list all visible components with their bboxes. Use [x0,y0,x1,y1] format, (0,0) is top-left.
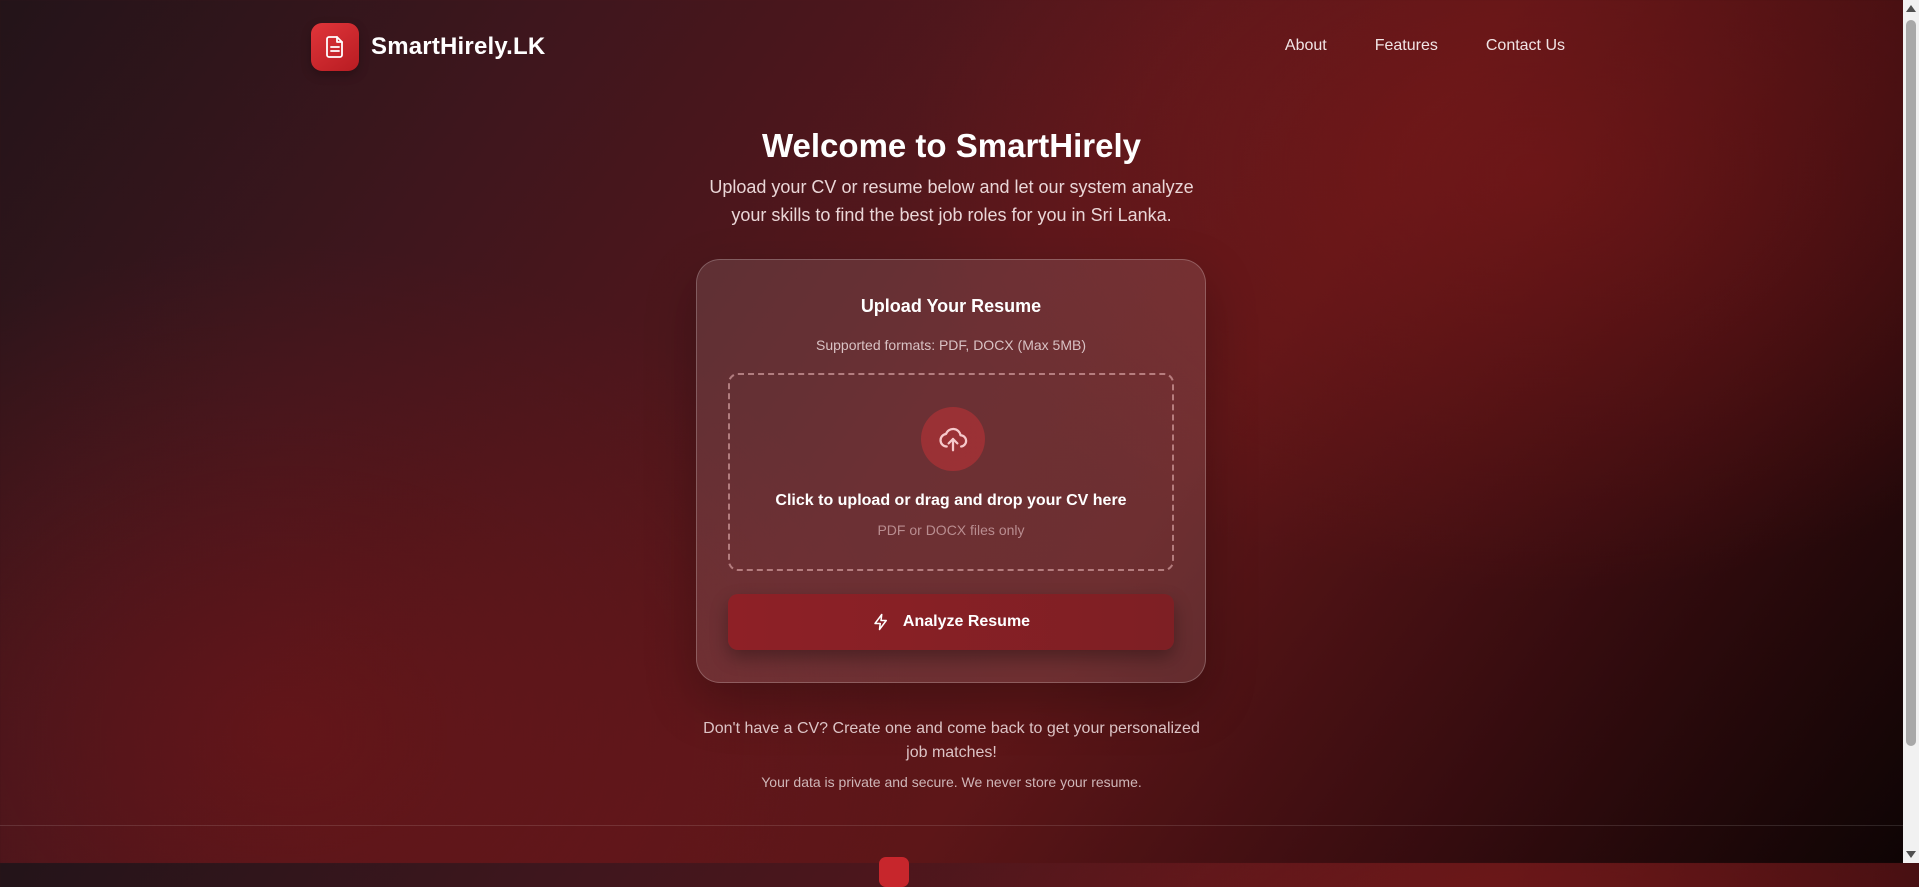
scroll-thumb[interactable] [1906,20,1916,746]
no-cv-note: Don't have a CV? Create one and come bac… [703,720,1200,761]
nav-contact-us[interactable]: Contact Us [1486,37,1565,55]
dropzone-subtitle: PDF or DOCX files only [877,522,1025,538]
footer-divider [0,825,1903,826]
privacy-note: Your data is private and secure. We neve… [761,774,1142,790]
footer-logo [879,857,909,887]
nav-about[interactable]: About [1285,37,1327,55]
cloud-upload-icon [921,407,985,471]
hero-subtitle: Upload your CV or resume below and let o… [709,177,1194,225]
dropzone-title: Click to upload or drag and drop your CV… [775,492,1127,509]
nav-features[interactable]: Features [1375,37,1438,55]
page: SmartHirely.LK About Features Contact Us… [0,0,1903,887]
scroll-down-icon[interactable] [1906,851,1916,858]
upload-card-title: Upload Your Resume [860,296,1042,316]
analyze-resume-label: Analyze Resume [902,613,1031,630]
brand[interactable]: SmartHirely.LK [311,23,545,71]
file-dropzone[interactable]: Click to upload or drag and drop your CV… [728,373,1174,571]
supported-formats: Supported formats: PDF, DOCX (Max 5MB) [816,337,1086,353]
upload-card: Upload Your Resume Supported formats: PD… [696,259,1206,683]
analyze-resume-button[interactable]: Analyze Resume [728,594,1174,650]
lightning-icon [872,613,890,631]
brand-name: SmartHirely.LK [371,33,546,60]
document-icon [311,23,359,71]
scroll-up-icon[interactable] [1906,5,1916,12]
top-nav: About Features Contact Us [1237,37,1565,55]
hero-title: Welcome to SmartHirely [761,127,1142,164]
page-scrollbar[interactable] [1903,0,1919,863]
